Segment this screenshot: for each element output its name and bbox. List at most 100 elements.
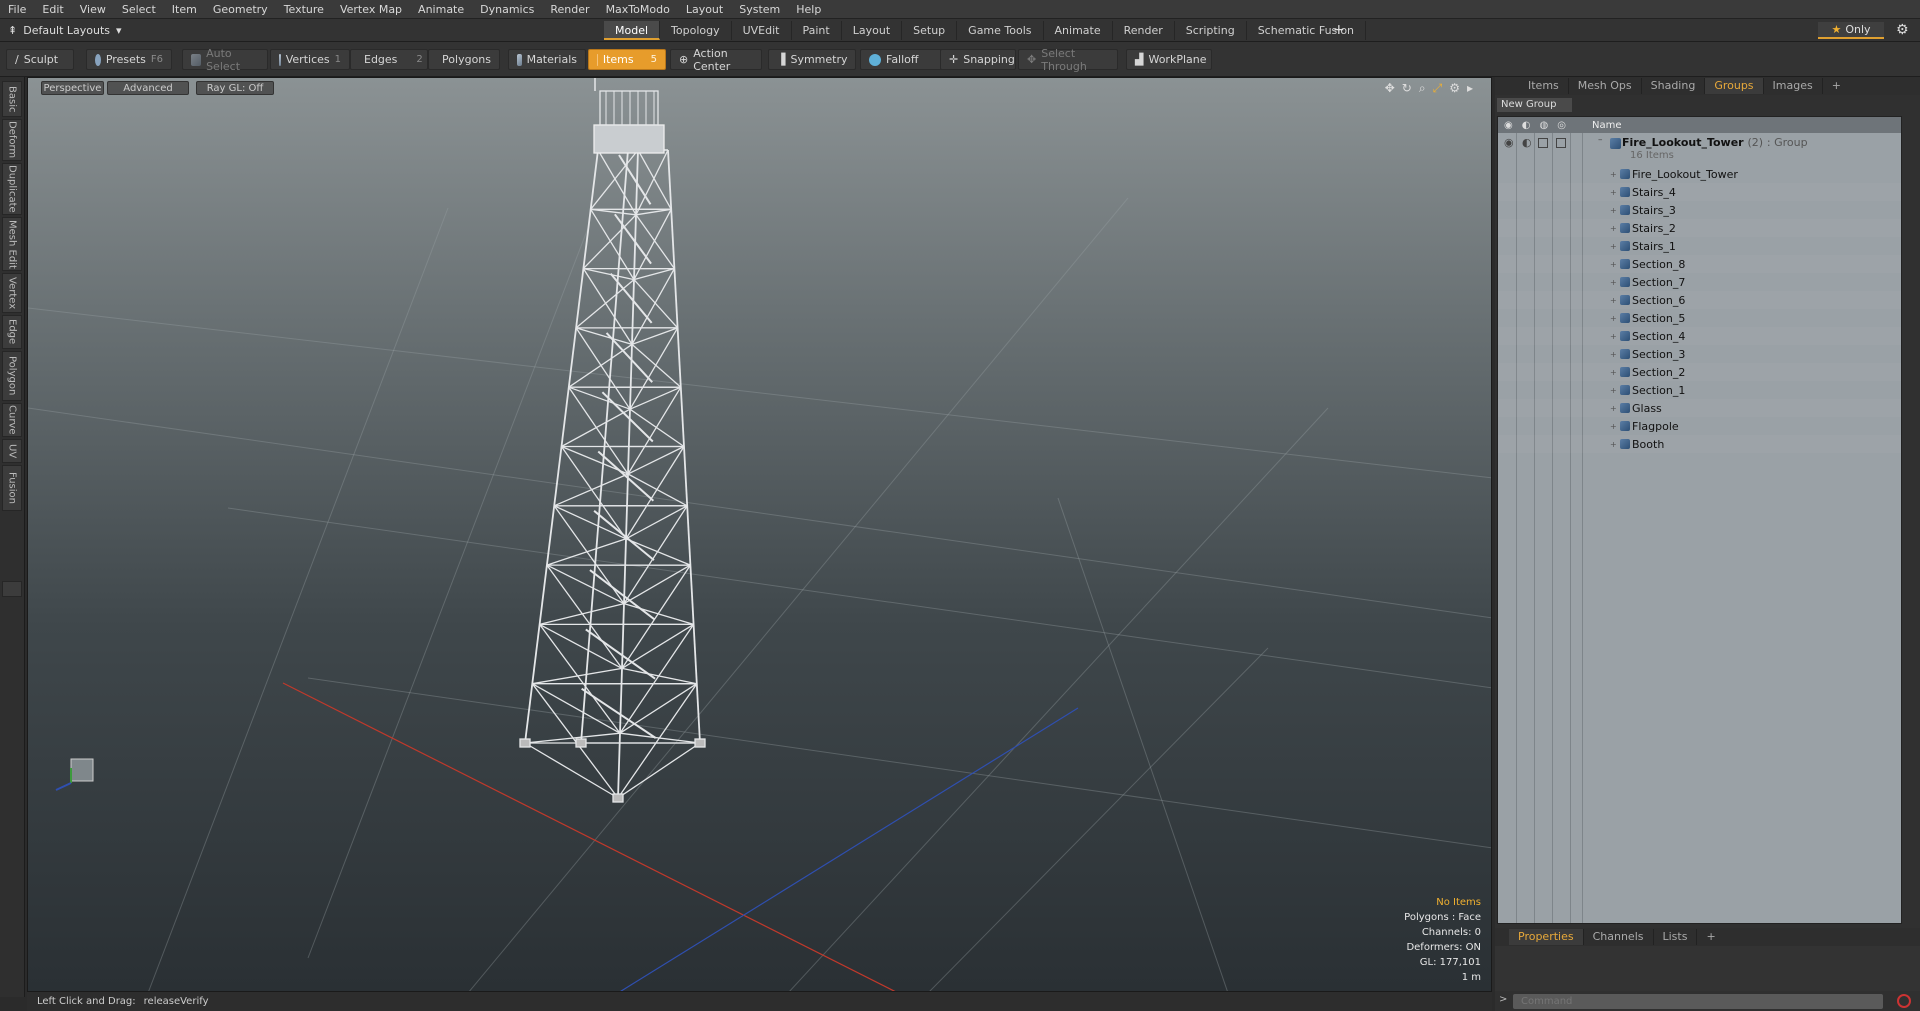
fit-icon[interactable]: ⤢	[1433, 81, 1443, 96]
menu-dynamics[interactable]: Dynamics	[472, 3, 542, 16]
menu-vertex-map[interactable]: Vertex Map	[332, 3, 410, 16]
vtab-fusion[interactable]: Fusion	[2, 465, 22, 511]
expand-icon[interactable]: +	[1610, 170, 1617, 179]
menu-file[interactable]: File	[0, 3, 34, 16]
menu-help[interactable]: Help	[788, 3, 829, 16]
list-item[interactable]: + Section_4	[1498, 327, 1901, 345]
collapse-icon[interactable]: –	[1598, 135, 1603, 145]
menu-render[interactable]: Render	[542, 3, 597, 16]
tab-topology[interactable]: Topology	[660, 21, 732, 40]
expand-icon[interactable]: +	[1610, 206, 1617, 215]
menu-geometry[interactable]: Geometry	[205, 3, 276, 16]
action-center-button[interactable]: ⊕ Action Center	[670, 47, 762, 73]
eye-icon[interactable]: ◉	[1504, 136, 1514, 149]
tab-groups[interactable]: Groups	[1705, 78, 1764, 94]
vtab-polygon[interactable]: Polygon	[2, 351, 22, 401]
tab-schematic-fusion[interactable]: Schematic Fusion	[1247, 21, 1367, 40]
falloff-button[interactable]: Falloff	[860, 49, 942, 70]
materials-button[interactable]: Materials	[508, 49, 586, 70]
menu-layout[interactable]: Layout	[678, 3, 731, 16]
tab-images[interactable]: Images	[1764, 78, 1823, 94]
expand-icon[interactable]: +	[1610, 314, 1617, 323]
sculpt-button[interactable]: ∕ Sculpt	[6, 49, 74, 70]
presets-button[interactable]: Presets F6	[86, 49, 172, 70]
command-history-icon[interactable]	[1897, 994, 1911, 1008]
viewport-settings-icon[interactable]: ⚙	[1449, 81, 1460, 96]
list-item[interactable]: + Section_5	[1498, 309, 1901, 327]
vtab-deform[interactable]: Deform	[2, 119, 22, 161]
list-item[interactable]: + Booth	[1498, 435, 1901, 453]
list-item[interactable]: + Stairs_4	[1498, 183, 1901, 201]
vtab-mesh-edit[interactable]: Mesh Edit	[2, 217, 22, 271]
expand-icon[interactable]: +	[1610, 386, 1617, 395]
items-button[interactable]: Items 5	[588, 49, 666, 70]
command-input[interactable]	[1513, 994, 1883, 1009]
vtab-duplicate[interactable]: Duplicate	[2, 163, 22, 215]
tab-game-tools[interactable]: Game Tools	[957, 21, 1044, 40]
menu-system[interactable]: System	[731, 3, 788, 16]
layout-selector[interactable]: ⇞ Default Layouts ▾	[8, 22, 122, 39]
list-item[interactable]: + Stairs_2	[1498, 219, 1901, 237]
gear-icon[interactable]: ⚙	[1896, 22, 1909, 38]
new-group-button[interactable]: New Group	[1497, 98, 1572, 112]
tab-shading[interactable]: Shading	[1642, 78, 1706, 94]
chevron-right-icon[interactable]: ▸	[1467, 81, 1473, 96]
symmetry-button[interactable]: ▐ Symmetry	[768, 49, 856, 70]
polygons-button[interactable]: Polygons	[428, 49, 500, 70]
menu-edit[interactable]: Edit	[34, 3, 71, 16]
list-item[interactable]: + Section_1	[1498, 381, 1901, 399]
tab-animate[interactable]: Animate	[1044, 21, 1113, 40]
select-through-button[interactable]: ✥ Select Through	[1018, 47, 1118, 73]
expand-icon[interactable]: +	[1610, 296, 1617, 305]
raygl-button[interactable]: Ray GL: Off	[196, 81, 274, 95]
tab-lists[interactable]: Lists	[1654, 929, 1698, 945]
render-icon[interactable]: ◐	[1522, 120, 1531, 131]
menu-maxtomodo[interactable]: MaxToModo	[598, 3, 678, 16]
lock-icon[interactable]: ◍	[1539, 120, 1548, 131]
vtab-basic[interactable]: Basic	[2, 81, 22, 117]
list-item[interactable]: + Section_2	[1498, 363, 1901, 381]
menu-animate[interactable]: Animate	[410, 3, 472, 16]
list-item[interactable]: + Glass	[1498, 399, 1901, 417]
edges-button[interactable]: Edges 2	[350, 49, 428, 70]
expand-icon[interactable]: +	[1610, 332, 1617, 341]
select-checkbox[interactable]	[1556, 138, 1566, 148]
list-item[interactable]: + Stairs_1	[1498, 237, 1901, 255]
menu-select[interactable]: Select	[114, 3, 164, 16]
vtab-vertex[interactable]: Vertex	[2, 273, 22, 313]
expand-icon[interactable]: +	[1610, 260, 1617, 269]
tab-paint[interactable]: Paint	[792, 21, 842, 40]
add-bottom-tab-icon[interactable]: +	[1697, 929, 1724, 945]
expand-icon[interactable]: +	[1610, 224, 1617, 233]
perspective-button[interactable]: Perspective	[41, 81, 104, 95]
lock-checkbox[interactable]	[1538, 138, 1548, 148]
list-item[interactable]: + Flagpole	[1498, 417, 1901, 435]
expand-icon[interactable]: +	[1610, 404, 1617, 413]
menu-view[interactable]: View	[72, 3, 114, 16]
tab-items[interactable]: Items	[1519, 78, 1569, 94]
list-item[interactable]: + Section_3	[1498, 345, 1901, 363]
render-icon[interactable]: ◐	[1522, 136, 1532, 149]
expand-icon[interactable]: +	[1610, 368, 1617, 377]
list-item[interactable]: + Section_6	[1498, 291, 1901, 309]
vtab-edge[interactable]: Edge	[2, 315, 22, 349]
menu-texture[interactable]: Texture	[276, 3, 332, 16]
eye-icon[interactable]: ◉	[1504, 120, 1513, 131]
list-item[interactable]: + Section_8	[1498, 255, 1901, 273]
tab-scripting[interactable]: Scripting	[1175, 21, 1247, 40]
list-item[interactable]: + Section_7	[1498, 273, 1901, 291]
tab-render[interactable]: Render	[1113, 21, 1175, 40]
move-view-icon[interactable]: ✥	[1385, 81, 1395, 96]
tab-uvedit[interactable]: UVEdit	[732, 21, 792, 40]
vertices-button[interactable]: Vertices 1	[270, 49, 350, 70]
rotate-view-icon[interactable]: ↻	[1402, 81, 1412, 96]
tab-model[interactable]: Model	[604, 21, 661, 40]
tab-channels[interactable]: Channels	[1584, 929, 1654, 945]
workplane-button[interactable]: ▟ WorkPlane	[1126, 49, 1212, 70]
select-icon[interactable]: ◎	[1557, 120, 1566, 131]
advanced-button[interactable]: Advanced	[107, 81, 189, 95]
expand-icon[interactable]: +	[1610, 278, 1617, 287]
3d-viewport[interactable]: Perspective Advanced Ray GL: Off ✥ ↻ ⌕ ⤢…	[27, 77, 1492, 992]
snapping-button[interactable]: ✛ Snapping	[940, 49, 1016, 70]
add-tab-icon[interactable]: +	[1333, 21, 1345, 40]
